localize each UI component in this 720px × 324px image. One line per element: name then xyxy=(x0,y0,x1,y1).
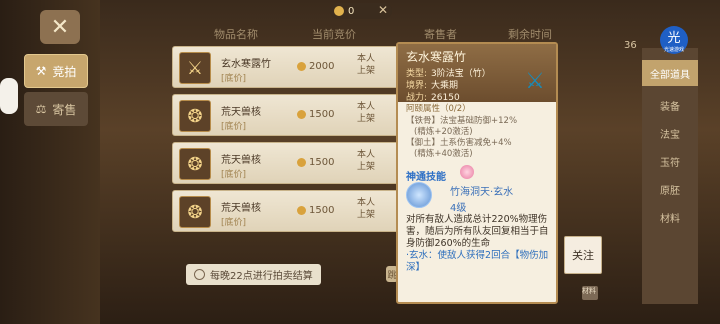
item-tooltip: 玄水寒露竹 类型: 3阶法宝（竹） 境界: 大乘期 战力: 26150 ⚔ 阿颐属性（… xyxy=(396,42,558,304)
clock-icon xyxy=(194,269,205,280)
filter-materials[interactable]: 材料 xyxy=(642,204,698,230)
tab-consign-label: 寄售 xyxy=(52,102,77,117)
item-seller: 本人上架 xyxy=(356,102,375,124)
table-row[interactable]: ❂ 荒天兽核 [底价] 1500 本人上架 xyxy=(172,190,404,232)
left-rail xyxy=(0,0,100,324)
item-name: 荒天兽核 xyxy=(221,203,261,214)
coin-icon xyxy=(334,6,344,16)
col-seller: 寄售者 xyxy=(424,28,457,41)
filter-all-items[interactable]: 全部道具 xyxy=(642,60,698,86)
flower-icon xyxy=(460,165,474,179)
skill-name: 竹海洞天·玄水 xyxy=(450,187,514,198)
item-price: 1500 xyxy=(297,109,334,120)
bamboo-icon: ⚔ xyxy=(525,68,545,94)
item-price: 1500 xyxy=(297,205,334,216)
orb-icon: ❂ xyxy=(179,100,211,132)
orb-icon: ❂ xyxy=(179,148,211,180)
coin-icon xyxy=(297,62,306,71)
tab-consign[interactable]: ⚖ 寄售 xyxy=(24,92,88,126)
col-remaining-time: 剩余时间 xyxy=(508,28,552,41)
follow-button[interactable]: 关注 xyxy=(564,236,602,274)
filter-embryo[interactable]: 原胚 xyxy=(642,176,698,202)
notice-text: 每晚22点进行拍卖结算 xyxy=(210,271,313,282)
mascot-avatar[interactable] xyxy=(0,78,18,114)
col-item-name: 物品名称 xyxy=(214,28,258,41)
filter-treasure[interactable]: 法宝 xyxy=(642,120,698,146)
settlement-notice: 每晚22点进行拍卖结算 xyxy=(186,264,321,285)
table-row[interactable]: ⚔ 玄水寒露竹 [底价] 2000 本人上架 xyxy=(172,46,404,88)
bamboo-icon: ⚔ xyxy=(179,52,211,84)
skill-description: 对所有敌人造成总计220%物理伤害，随后为所有队友回复相当于自身防御260%的生… xyxy=(406,214,549,249)
coin-count: 0 xyxy=(348,5,355,17)
item-price: 1500 xyxy=(297,157,334,168)
orb-icon: ❂ xyxy=(179,196,211,228)
item-tag: [底价] xyxy=(221,218,247,228)
coin-icon xyxy=(297,158,306,167)
item-name: 荒天兽核 xyxy=(221,155,261,166)
attr-line: 【铁骨】法宝基础防御+12% xyxy=(406,116,518,126)
table-row[interactable]: ❂ 荒天兽核 [底价] 1500 本人上架 xyxy=(172,142,404,184)
item-seller: 本人上架 xyxy=(356,150,375,172)
tooltip-power: 战力: 26150 xyxy=(406,93,460,103)
item-tag: [底价] xyxy=(221,74,247,84)
tab-auction-label: 竞拍 xyxy=(52,64,77,79)
attr-line: (精炼+40激活) xyxy=(414,149,473,159)
hammer-icon: ⚒ xyxy=(35,64,47,78)
close-icon[interactable]: ✕ xyxy=(378,3,388,17)
item-seller: 本人上架 xyxy=(356,54,375,76)
col-current-bid: 当前竞价 xyxy=(312,28,356,41)
table-row[interactable]: ❂ 荒天兽核 [底价] 1500 本人上架 xyxy=(172,94,404,136)
tooltip-title: 玄水寒露竹 xyxy=(406,50,467,64)
item-name: 荒天兽核 xyxy=(221,107,261,118)
item-seller: 本人上架 xyxy=(356,198,375,220)
crossed-tools-icon[interactable]: ✕ xyxy=(40,10,80,44)
item-tag: [底价] xyxy=(221,122,247,132)
skill-icon xyxy=(406,182,432,208)
category-chip: 材料 xyxy=(582,286,598,300)
level-badge: 36 xyxy=(624,40,637,51)
coin-icon xyxy=(297,206,306,215)
skill-level: 4级 xyxy=(450,203,467,214)
item-tag: [底价] xyxy=(221,170,247,180)
attr-line: (精炼+20激活) xyxy=(414,127,473,137)
coin-icon xyxy=(297,110,306,119)
logo: 光光速游戏 xyxy=(660,26,688,54)
scale-icon: ⚖ xyxy=(35,102,47,116)
skill-effect: ·玄水：使敌人获得2回合【物伤加深】 xyxy=(406,250,549,273)
tab-auction[interactable]: ⚒ 竞拍 xyxy=(24,54,88,88)
item-name: 玄水寒露竹 xyxy=(221,59,271,70)
filter-jade[interactable]: 玉符 xyxy=(642,148,698,174)
attr-header: 阿颐属性（0/2） xyxy=(406,104,471,114)
item-price: 2000 xyxy=(297,61,334,72)
filter-equipment[interactable]: 装备 xyxy=(642,92,698,118)
skill-section-title: 神通技能 xyxy=(406,172,446,183)
attr-line: 【御土】土系伤害减免+4% xyxy=(406,138,512,148)
